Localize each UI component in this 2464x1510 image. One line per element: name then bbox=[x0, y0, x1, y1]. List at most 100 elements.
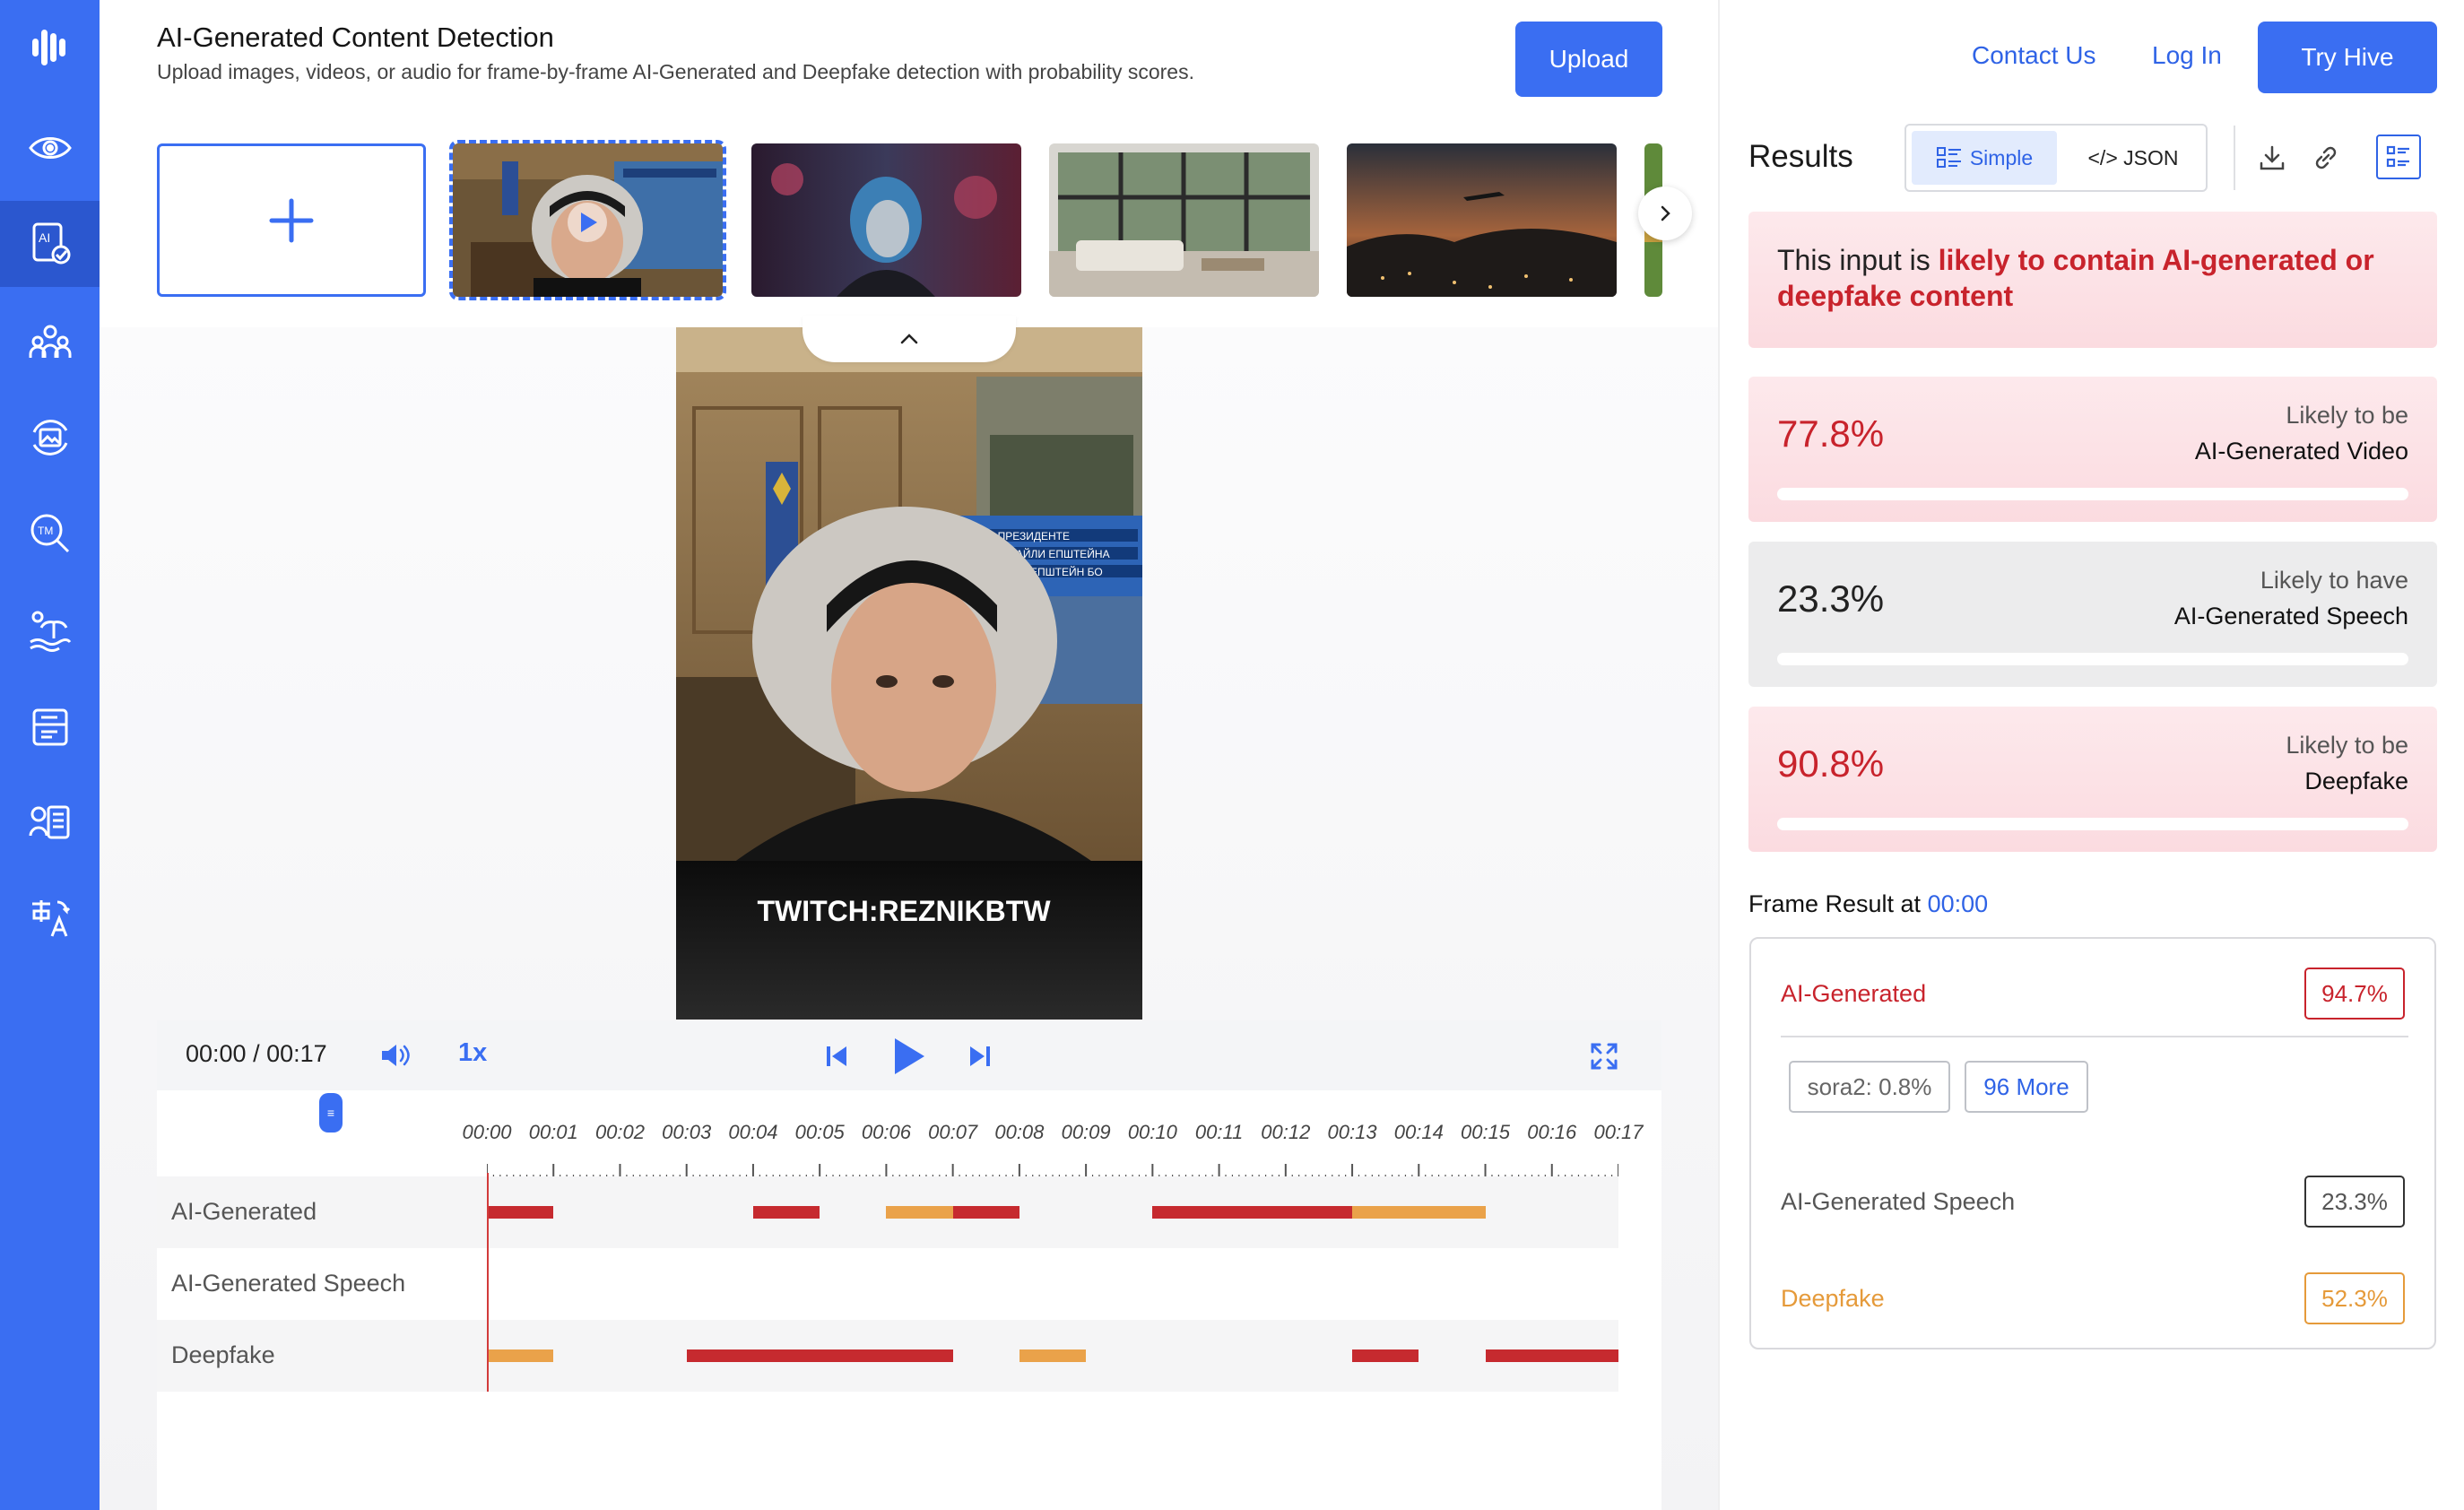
download-button[interactable] bbox=[2254, 140, 2290, 176]
upload-button[interactable]: Upload bbox=[1515, 22, 1662, 97]
timeline-segment-high[interactable] bbox=[1352, 1349, 1419, 1362]
trademark-search-icon[interactable]: TM bbox=[0, 490, 100, 577]
collapse-thumbnails-button[interactable] bbox=[803, 316, 1016, 362]
page-subtitle: Upload images, videos, or audio for fram… bbox=[157, 60, 1194, 83]
timeline-segment-medium[interactable] bbox=[487, 1349, 554, 1362]
ai-document-icon[interactable]: AI bbox=[0, 201, 100, 287]
timeline-tick-label: 00:03 bbox=[662, 1121, 712, 1143]
frame-result-label: Frame Result at bbox=[1748, 890, 1928, 917]
try-hive-button[interactable]: Try Hive bbox=[2258, 22, 2437, 93]
volume-button[interactable] bbox=[376, 1037, 413, 1074]
timeline-track-label: Deepfake bbox=[171, 1341, 275, 1368]
hive-logo-icon[interactable] bbox=[0, 4, 100, 91]
plus-icon bbox=[269, 198, 314, 242]
video-thumbnail-image bbox=[453, 143, 723, 297]
next-frame-button[interactable] bbox=[962, 1038, 998, 1074]
playhead-handle[interactable]: ≡ bbox=[319, 1093, 343, 1132]
video-player[interactable]: ПАНЕ ПРЕЗИДЕНТЕ ФАЙЛИ ЕПШТЕЙНА ЕПШТЕЙН Б… bbox=[676, 327, 1142, 1020]
verdict-banner: This input is likely to contain AI-gener… bbox=[1748, 212, 2437, 348]
frame-deepfake-label: Deepfake bbox=[1781, 1285, 1885, 1312]
image-refresh-icon[interactable] bbox=[0, 395, 100, 481]
timeline-track[interactable]: Deepfake bbox=[157, 1320, 1618, 1392]
video-frame-image: ПАНЕ ПРЕЗИДЕНТЕ ФАЙЛИ ЕПШТЕЙНА ЕПШТЕЙН Б… bbox=[676, 327, 1142, 1020]
download-icon bbox=[2260, 145, 2285, 170]
thumbnail-cyberpunk[interactable] bbox=[751, 143, 1021, 297]
timeline-segment-medium[interactable] bbox=[1019, 1349, 1087, 1362]
speech-document-icon[interactable] bbox=[0, 780, 100, 866]
thumbnails-next-button[interactable] bbox=[1638, 187, 1692, 240]
timeline-segment-high[interactable] bbox=[1152, 1206, 1353, 1219]
timeline-segment-high[interactable] bbox=[752, 1206, 820, 1219]
link-icon bbox=[2315, 146, 2337, 169]
timeline-tick-label: 00:10 bbox=[1127, 1121, 1177, 1143]
score-caption-bottom: AI-Generated Speech bbox=[2173, 603, 2408, 629]
timeline-tick-label: 00:00 bbox=[462, 1121, 512, 1143]
play-icon bbox=[895, 1038, 924, 1074]
verdict-prefix: This input is bbox=[1777, 244, 1939, 276]
timeline-segment-high[interactable] bbox=[487, 1206, 554, 1219]
timeline-track[interactable]: AI-Generated Speech bbox=[157, 1248, 1618, 1320]
previous-frame-button[interactable] bbox=[819, 1038, 855, 1074]
timeline-segment-medium[interactable] bbox=[1352, 1206, 1486, 1219]
eye-scan-icon[interactable] bbox=[0, 105, 100, 191]
time-readout: 00:00 / 00:17 bbox=[186, 1040, 327, 1067]
results-title: Results bbox=[1748, 139, 1853, 174]
add-media-button[interactable] bbox=[157, 143, 426, 297]
score-bar bbox=[1777, 818, 2408, 830]
translate-icon[interactable] bbox=[0, 875, 100, 961]
json-view-button[interactable]: </> JSON bbox=[2062, 131, 2204, 185]
contact-us-link[interactable]: Contact Us bbox=[1972, 41, 2096, 70]
timeline-segment-high[interactable] bbox=[952, 1206, 1019, 1219]
frame-ai-label: AI-Generated bbox=[1781, 980, 1927, 1007]
timeline-segment-high[interactable] bbox=[686, 1349, 953, 1362]
score-bar bbox=[1777, 653, 2408, 665]
timeline-tick-label: 00:06 bbox=[861, 1121, 911, 1143]
frame-deepfake-value: 52.3% bbox=[2304, 1272, 2405, 1324]
timeline-track[interactable]: AI-Generated bbox=[157, 1176, 1618, 1248]
score-caption-top: Likely to be bbox=[2286, 732, 2408, 759]
document-stack-icon[interactable] bbox=[0, 683, 100, 769]
score-card-deepfake: 90.8% Likely to be Deepfake bbox=[1748, 707, 2437, 852]
frame-result-card: AI-Generated 94.7% sora2: 0.8% 96 More A… bbox=[1749, 937, 2436, 1349]
details-view-button[interactable] bbox=[2376, 135, 2421, 179]
score-card-ai-speech: 23.3% Likely to have AI-Generated Speech bbox=[1748, 542, 2437, 687]
chevron-right-icon bbox=[1661, 205, 1670, 221]
playhead-line bbox=[487, 1173, 489, 1392]
timeline-tick-label: 00:16 bbox=[1527, 1121, 1577, 1143]
timeline-tick-label: 00:09 bbox=[1061, 1121, 1111, 1143]
thumbnail-video-selected[interactable] bbox=[449, 140, 726, 300]
score-card-ai-video: 77.8% Likely to be AI-Generated Video bbox=[1748, 377, 2437, 522]
cyberpunk-thumbnail-image bbox=[751, 143, 1021, 297]
timeline-tick-label: 00:08 bbox=[994, 1121, 1045, 1143]
timeline-segment-high[interactable] bbox=[1485, 1349, 1618, 1362]
play-button[interactable] bbox=[885, 1033, 932, 1080]
frame-result-time[interactable]: 00:00 bbox=[1928, 890, 1989, 917]
timeline-track-label: AI-Generated Speech bbox=[171, 1270, 406, 1297]
score-percent: 77.8% bbox=[1777, 412, 1885, 455]
copy-link-button[interactable] bbox=[2308, 140, 2344, 176]
island-scene-icon[interactable] bbox=[0, 586, 100, 673]
fullscreen-button[interactable] bbox=[1586, 1038, 1622, 1074]
thumbnail-living-room[interactable] bbox=[1049, 143, 1319, 297]
timeline-tick-label: 00:05 bbox=[794, 1121, 845, 1143]
page-title: AI-Generated Content Detection bbox=[157, 22, 554, 53]
timeline-segment-medium[interactable] bbox=[886, 1206, 953, 1219]
timeline-tick-label: 00:14 bbox=[1393, 1121, 1444, 1143]
frame-divider bbox=[1781, 1036, 2408, 1037]
timeline-tick-label: 00:04 bbox=[728, 1121, 778, 1143]
playback-speed-button[interactable]: 1x bbox=[458, 1038, 487, 1068]
detection-timeline[interactable]: 00:00 00:01 00:02 00:03 00:04 00:05 00:06 00:07… bbox=[157, 1090, 1661, 1510]
simple-view-label: Simple bbox=[1969, 145, 2034, 169]
log-in-link[interactable]: Log In bbox=[2152, 41, 2222, 70]
fullscreen-icon bbox=[1591, 1043, 1618, 1070]
frame-speech-label: AI-Generated Speech bbox=[1781, 1188, 2016, 1215]
people-group-icon[interactable] bbox=[0, 299, 100, 385]
timeline-tick-label: 00:07 bbox=[928, 1121, 978, 1143]
thumbnail-night-sky[interactable] bbox=[1347, 143, 1617, 297]
more-models-button[interactable]: 96 More bbox=[1965, 1061, 2088, 1113]
score-caption-top: Likely to be bbox=[2286, 402, 2408, 429]
skip-previous-icon bbox=[827, 1046, 846, 1066]
chevron-up-icon bbox=[900, 334, 918, 344]
timeline-track-label: AI-Generated bbox=[171, 1198, 317, 1225]
simple-view-button[interactable]: Simple bbox=[1912, 131, 2057, 185]
